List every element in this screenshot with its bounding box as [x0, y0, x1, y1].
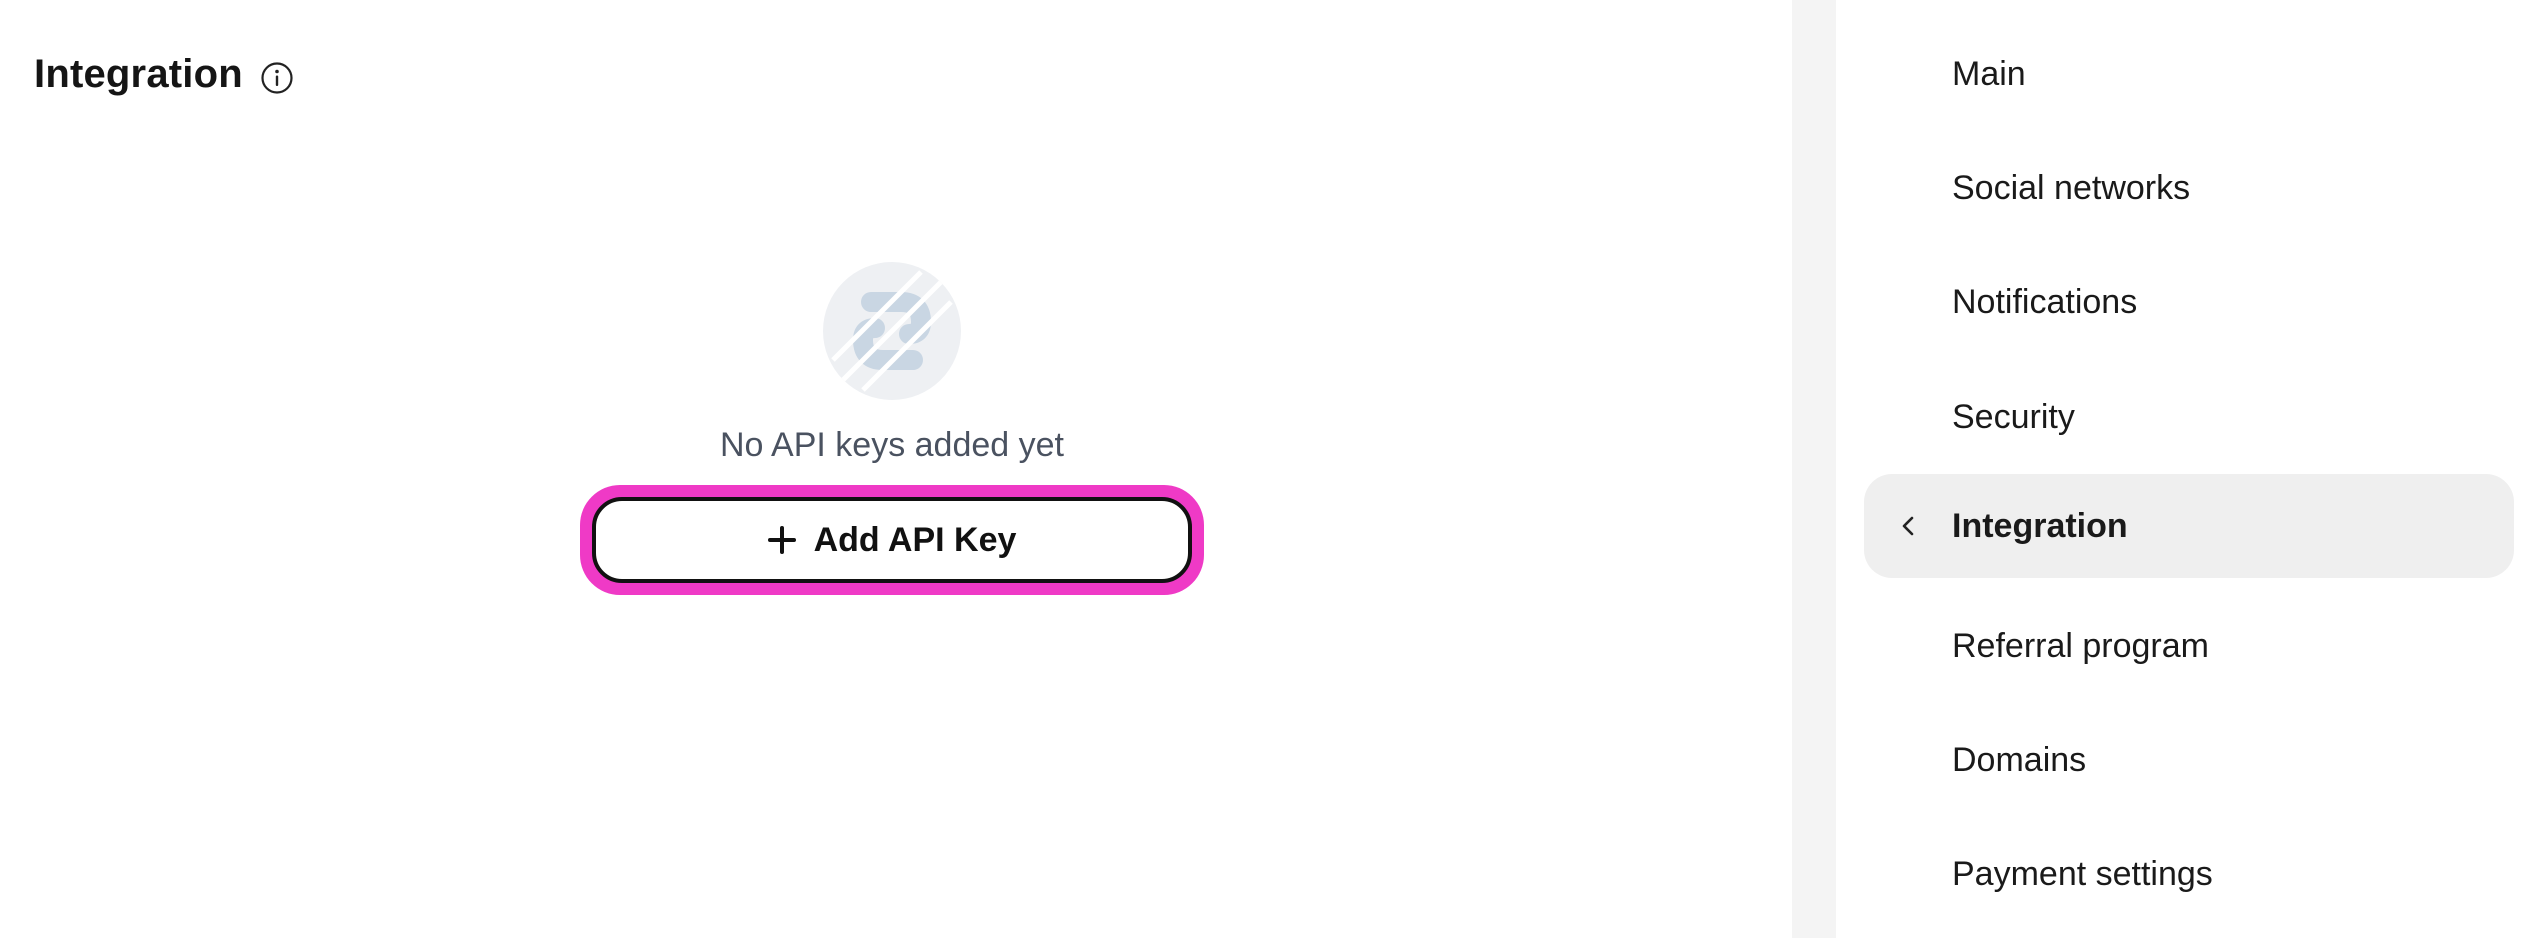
empty-state: No API keys added yet Add API Key [0, 262, 1784, 595]
page-header: Integration [34, 52, 295, 97]
sidebar-item-label: Integration [1952, 506, 2128, 545]
sidebar-item-label: Referral program [1952, 626, 2209, 665]
sidebar-item-label: Payment settings [1952, 854, 2213, 893]
chevron-left-icon [1898, 514, 1918, 538]
add-api-key-label: Add API Key [813, 520, 1017, 559]
sidebar-item-label: Notifications [1952, 282, 2138, 321]
sidebar-item-security[interactable]: Security [1864, 365, 2514, 469]
sidebar-item-label: Domains [1952, 740, 2087, 779]
chain-link-icon [823, 262, 961, 400]
sidebar-item-integration[interactable]: Integration [1864, 474, 2514, 578]
sidebar-item-payment-settings[interactable]: Payment settings [1864, 822, 2514, 926]
sidebar-item-main[interactable]: Main [1864, 22, 2514, 126]
sidebar-item-domains[interactable]: Domains [1864, 708, 2514, 812]
sidebar-item-social-networks[interactable]: Social networks [1864, 136, 2514, 240]
info-circle-icon[interactable] [259, 60, 295, 96]
app-frame: Integration No API keys added yet Add AP… [0, 0, 2528, 938]
plus-icon [767, 526, 796, 554]
empty-state-message: No API keys added yet [720, 426, 1064, 464]
sidebar-item-label: Main [1952, 54, 2026, 93]
sidebar-item-label: Social networks [1952, 168, 2191, 207]
add-api-key-highlight: Add API Key [580, 485, 1204, 595]
sidebar-item-referral-program[interactable]: Referral program [1864, 594, 2514, 698]
sidebar-item-label: Security [1952, 397, 2075, 436]
page-title: Integration [34, 52, 243, 96]
settings-sidebar: Main Social networks Notifications Secur… [1836, 0, 2528, 938]
add-api-key-button[interactable]: Add API Key [592, 497, 1192, 583]
main-panel: Integration No API keys added yet Add AP… [0, 0, 1792, 938]
sidebar-item-notifications[interactable]: Notifications [1864, 250, 2514, 354]
